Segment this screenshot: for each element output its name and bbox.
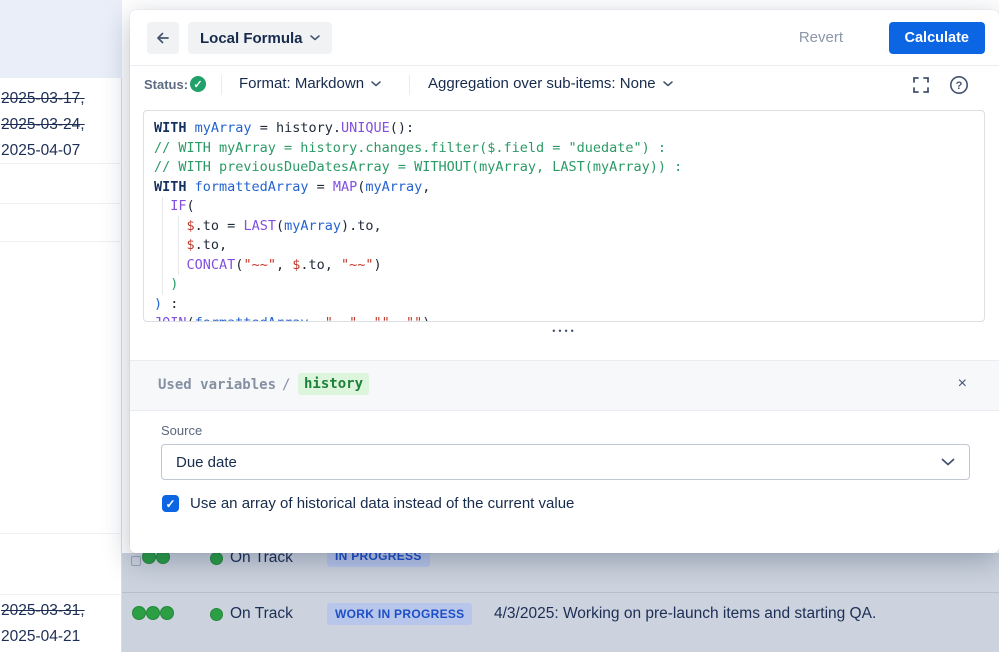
table-rows-region: On Track IN PROGRESS On Track WORK IN PR… (122, 545, 999, 652)
help-button[interactable]: ? (947, 73, 971, 97)
chevron-down-icon (941, 458, 955, 465)
workflow-badge[interactable]: WORK IN PROGRESS (327, 603, 473, 625)
code-line: $.to = LAST(myArray).to, (186, 217, 382, 234)
used-variables-title: Used variables (158, 377, 277, 393)
close-icon[interactable]: × (958, 375, 967, 393)
chevron-down-icon (662, 80, 673, 86)
aggregation-label: Aggregation over sub-items: None (428, 75, 656, 92)
health-dots (132, 606, 174, 620)
status-note: 4/3/2025: Working on pre-launch items an… (494, 605, 877, 622)
history-array-option[interactable]: ✓ Use an array of historical data instea… (162, 495, 574, 512)
revert-button[interactable]: Revert (799, 29, 843, 46)
formula-code-editor[interactable]: WITH myArray = history.UNIQUE(): // WITH … (143, 110, 985, 322)
format-label: Format: Markdown (239, 75, 365, 92)
code-line: // WITH previousDueDatesArray = WITHOUT(… (154, 159, 683, 175)
code-line: IF( (170, 198, 195, 214)
format-dropdown[interactable]: Format: Markdown (239, 75, 381, 92)
row-checkbox[interactable] (131, 556, 141, 566)
date-value: 2025-03-31, (1, 602, 85, 619)
code-line: ) : (154, 295, 179, 312)
green-dot-icon (160, 606, 174, 620)
modal-header: Local Formula Revert Calculate (130, 10, 999, 66)
code-line: // WITH myArray = history.changes.filter… (154, 139, 667, 156)
row-border (0, 241, 122, 242)
chevron-down-icon (371, 80, 381, 86)
fullscreen-icon (913, 77, 929, 93)
date-value: 2025-03-17, (1, 90, 85, 107)
date-value: 2025-04-07 (1, 142, 81, 159)
status-label: On Track (230, 605, 293, 622)
checkbox-checked-icon[interactable]: ✓ (162, 495, 179, 512)
code-line: $.to, (186, 237, 228, 253)
code-line: WITH formattedArray = MAP(myArray, (154, 178, 431, 195)
source-field-label: Source (161, 423, 203, 438)
formula-toolbar: Status: ✓ Format: Markdown Aggregation o… (130, 66, 999, 105)
green-dot-icon (146, 606, 160, 620)
status-dot-icon (210, 551, 223, 565)
calculate-button[interactable]: Calculate (888, 22, 985, 54)
formula-type-label: Local Formula (200, 29, 303, 47)
source-select[interactable]: Due date (161, 444, 970, 480)
date-value: 2025-04-21 (1, 628, 81, 645)
formula-editor-modal: Local Formula Revert Calculate Status: ✓… (130, 10, 999, 553)
arrow-left-icon (157, 32, 169, 44)
code-line: CONCAT("~~", $.to, "~~") (186, 256, 382, 273)
row-border (0, 594, 122, 595)
svg-text:?: ? (956, 80, 963, 92)
status-dot-icon (210, 607, 223, 621)
breadcrumb-separator: / (282, 377, 291, 393)
row-border (0, 533, 122, 534)
fullscreen-button[interactable] (909, 73, 933, 97)
source-select-value: Due date (176, 453, 237, 471)
formula-type-dropdown[interactable]: Local Formula (188, 22, 332, 54)
used-variables-header: Used variables / history × (130, 360, 999, 411)
row-divider (122, 592, 999, 593)
due-dates-cell[interactable]: 2025-03-17, 2025-03-24, 2025-04-07 (1, 86, 85, 164)
help-icon: ? (950, 76, 968, 94)
status-label: Status: (144, 77, 189, 92)
toolbar-divider (409, 75, 410, 95)
toolbar-divider (221, 75, 222, 95)
row-border (0, 203, 122, 204)
status-ok-icon: ✓ (190, 76, 206, 92)
chevron-down-icon (309, 35, 320, 41)
back-button[interactable] (147, 22, 179, 54)
editor-resize-handle[interactable]: •••• (130, 326, 999, 336)
screen: 2025-03-17, 2025-03-24, 2025-04-07 2025-… (0, 0, 999, 652)
aggregation-dropdown[interactable]: Aggregation over sub-items: None (428, 75, 673, 92)
formula-code: WITH myArray = history.UNIQUE(): // WITH … (154, 119, 683, 321)
code-line: JOIN(formattedArray, ", ", "", "") (154, 314, 682, 321)
variable-chip[interactable]: history (298, 373, 370, 395)
status-cell[interactable]: On Track (210, 605, 293, 623)
date-value: 2025-03-24, (1, 116, 85, 133)
code-line: WITH myArray = history.UNIQUE(): (154, 120, 415, 136)
table-left-column: 2025-03-17, 2025-03-24, 2025-04-07 2025-… (0, 0, 122, 652)
checkbox-label: Use an array of historical data instead … (190, 495, 575, 512)
due-dates-cell[interactable]: 2025-03-31, 2025-04-21 (1, 598, 85, 650)
code-line: ) (170, 276, 179, 292)
table-cell-highlighted[interactable] (0, 0, 122, 78)
green-dot-icon (132, 606, 146, 620)
